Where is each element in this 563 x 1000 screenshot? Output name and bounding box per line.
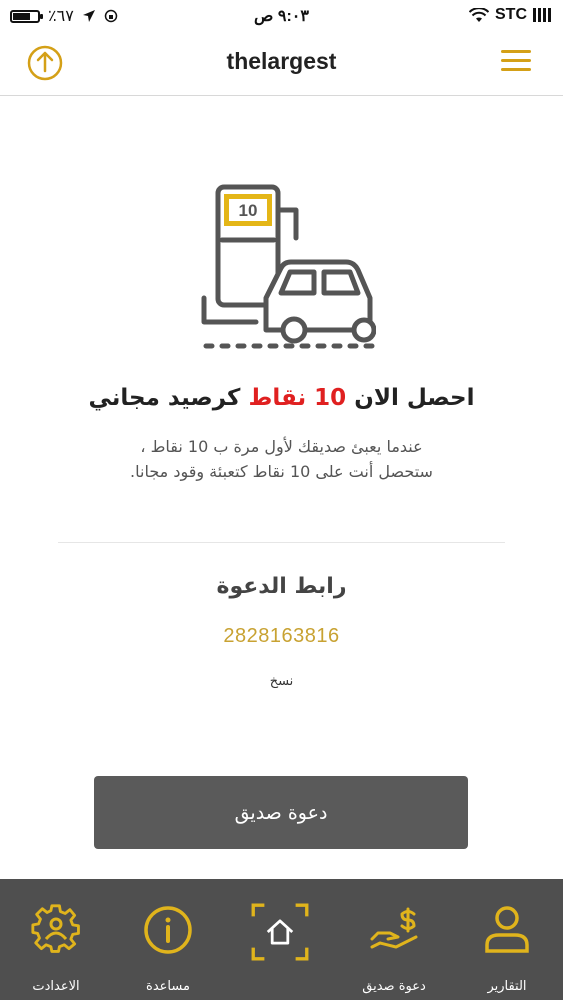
menu-line xyxy=(501,50,531,53)
description-line: عندما يعبئ صديقك لأول مرة ب 10 نقاط ، xyxy=(140,437,423,456)
nav-label: مساعدة xyxy=(146,979,190,994)
info-icon xyxy=(144,906,192,954)
wifi-icon xyxy=(469,7,489,22)
app-title: thelargest xyxy=(226,48,337,74)
headline-points: 10 نقاط xyxy=(248,385,347,411)
promo-description: عندما يعبئ صديقك لأول مرة ب 10 نقاط ، ست… xyxy=(40,434,523,484)
pump-display-value: 10 xyxy=(239,201,258,220)
description-line: ستحصل أنت على 10 نقاط كتعبئة وقود مجانا. xyxy=(130,462,433,481)
fuel-pump-car-illustration: 10 xyxy=(201,184,376,349)
nav-item-invite[interactable]: دعوة صديق xyxy=(338,879,450,1000)
app-header: thelargest xyxy=(0,32,563,96)
user-icon xyxy=(485,906,529,953)
carrier-name: STC xyxy=(495,6,527,23)
signal-icon xyxy=(533,8,551,22)
nav-item-settings[interactable]: الاعدادت xyxy=(0,879,112,1000)
invite-code: 2828163816 xyxy=(223,625,340,647)
copy-button[interactable]: نسخ xyxy=(0,674,563,689)
promo-headline: احصل الان 10 نقاط كرصيد مجاني xyxy=(0,385,563,411)
invite-friend-button[interactable]: دعوة صديق xyxy=(94,776,468,849)
headline-prefix: احصل الان xyxy=(354,385,475,411)
menu-line xyxy=(501,59,531,62)
bottom-nav: الاعدادت مساعدة دعوة صديق التقارير xyxy=(0,879,563,1000)
menu-line xyxy=(501,68,531,71)
status-bar: ٪٦٧ ٩:٠٣ ص STC xyxy=(0,0,563,32)
menu-button[interactable] xyxy=(501,50,531,76)
nav-label: التقارير xyxy=(487,979,527,994)
money-hand-icon xyxy=(370,907,418,949)
nav-label: الاعدادت xyxy=(32,979,80,994)
nav-label: دعوة صديق xyxy=(362,979,426,994)
nav-item-reports[interactable]: التقارير xyxy=(451,879,563,1000)
headline-suffix: كرصيد مجاني xyxy=(88,385,241,411)
gear-user-icon xyxy=(31,904,80,953)
nav-item-help[interactable]: مساعدة xyxy=(112,879,224,1000)
invite-link-title: رابط الدعوة xyxy=(216,574,347,599)
status-left-group: STC xyxy=(469,6,551,24)
section-divider xyxy=(58,542,505,543)
home-icon xyxy=(251,903,309,961)
nav-item-home[interactable] xyxy=(225,879,337,1000)
